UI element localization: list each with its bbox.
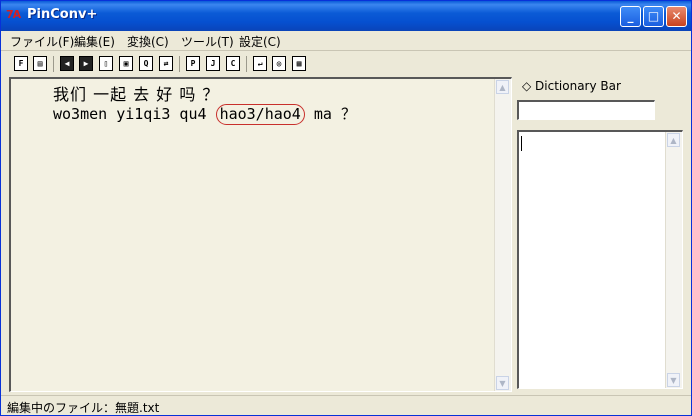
text-editor[interactable]: 我们 一起 去 好 吗 ？ wo3men yi1qi3 qu4 hao3/hao… [9, 77, 512, 392]
pinyin-text: wo3men yi1qi3 qu4 [53, 105, 207, 123]
app-window: 7A PinConv+ _ □ ✕ ファイル(F) 編集(E) 変換(C) ツー… [0, 0, 692, 416]
scroll-down-icon[interactable]: ▼ [667, 373, 680, 387]
menu-file[interactable]: ファイル(F) [10, 33, 74, 50]
status-bar: 編集中のファイル：無題.txt [1, 395, 691, 416]
menu-tools[interactable]: ツール(T) [181, 33, 234, 50]
open-file-icon[interactable]: F [14, 56, 28, 71]
toolbar-separator [179, 56, 180, 72]
wrap-icon[interactable]: ↵ [253, 56, 267, 71]
toolbar: F ▤ ◀ ▶ ▯ ▣ Q ⇄ P J C ↵ ◎ ▦ [1, 53, 691, 75]
dictionary-search-input[interactable] [517, 100, 655, 120]
settings-icon[interactable]: ◎ [272, 56, 286, 71]
title-bar[interactable]: 7A PinConv+ _ □ ✕ [1, 1, 691, 31]
next-icon[interactable]: ▶ [79, 56, 93, 71]
hanzi-line: 我们 一起 去 好 吗 ？ [53, 85, 220, 104]
convert-icon[interactable]: C [226, 56, 240, 71]
find-icon[interactable]: Q [139, 56, 153, 71]
paste-icon[interactable]: ▣ [119, 56, 133, 71]
replace-icon[interactable]: ⇄ [159, 56, 173, 71]
editor-scrollbar[interactable]: ▲ ▼ [494, 79, 511, 391]
close-button[interactable]: ✕ [666, 6, 687, 27]
pinyin-highlight[interactable]: hao3/hao4 [215, 104, 305, 125]
scroll-down-icon[interactable]: ▼ [496, 376, 509, 390]
menu-edit[interactable]: 編集(E) [74, 33, 115, 50]
text-caret [521, 136, 522, 151]
prev-icon[interactable]: ◀ [60, 56, 74, 71]
minimize-button[interactable]: _ [620, 6, 641, 27]
toolbar-separator [246, 56, 247, 72]
menu-convert[interactable]: 変換(C) [127, 33, 169, 50]
menu-bar: ファイル(F) 編集(E) 変換(C) ツール(T) 設定(C) [1, 31, 691, 50]
status-text: 編集中のファイル：無題.txt [7, 401, 160, 415]
menu-divider [1, 50, 691, 51]
maximize-button[interactable]: □ [643, 6, 664, 27]
app-icon: 7A [6, 8, 21, 21]
toolbar-separator [53, 56, 54, 72]
pinyin-text-end: ma ？ [313, 105, 356, 123]
window-title: PinConv+ [27, 7, 98, 22]
pinyin-icon[interactable]: P [186, 56, 200, 71]
dictionary-result-area[interactable]: ▲ ▼ [517, 130, 683, 389]
menu-settings[interactable]: 設定(C) [239, 33, 281, 50]
dict-icon[interactable]: ▦ [292, 56, 306, 71]
pinyin-line: wo3men yi1qi3 qu4 hao3/hao4 ma ？ [53, 103, 356, 125]
scroll-up-icon[interactable]: ▲ [667, 133, 680, 147]
dictionary-bar-label: ◇ Dictionary Bar [522, 79, 621, 93]
jump-icon[interactable]: J [206, 56, 220, 71]
save-icon[interactable]: ▤ [33, 56, 47, 71]
dictionary-scrollbar[interactable]: ▲ ▼ [665, 132, 682, 388]
scroll-up-icon[interactable]: ▲ [496, 80, 509, 94]
copy-icon[interactable]: ▯ [99, 56, 113, 71]
